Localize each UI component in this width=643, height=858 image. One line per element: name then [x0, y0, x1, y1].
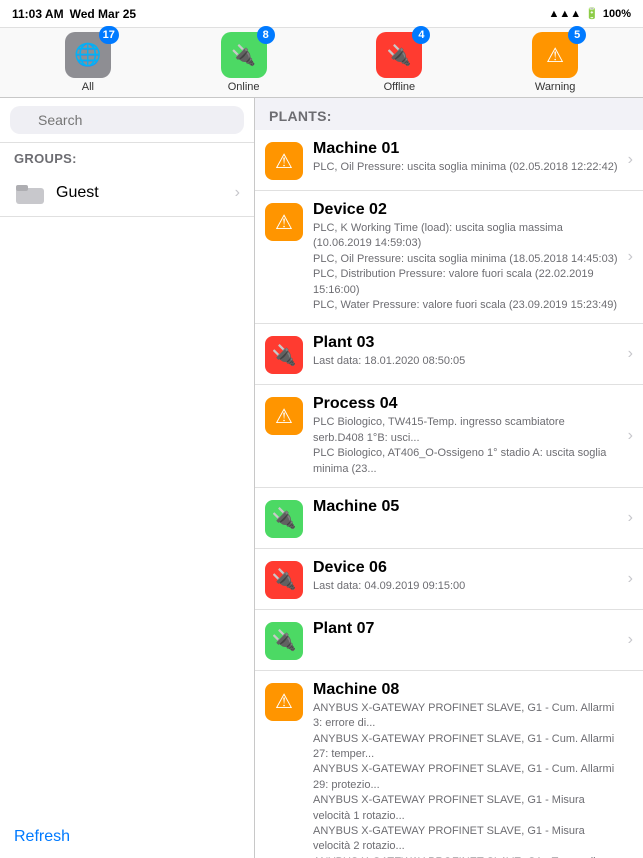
- plant-item-machine05[interactable]: 🔌 Machine 05 ›: [255, 488, 643, 549]
- plant-name-machine08: Machine 08: [313, 681, 618, 699]
- search-bar: 🔍: [0, 98, 254, 143]
- plant-icon-machine08: ⚠: [265, 683, 303, 721]
- plant-chevron-plant07: ›: [628, 631, 633, 649]
- plant-info-plant03: Plant 03 Last data: 18.01.2020 08:50:05: [313, 334, 618, 369]
- plant-name-plant03: Plant 03: [313, 334, 618, 352]
- search-input[interactable]: [10, 106, 244, 134]
- plant-icon-machine01: ⚠: [265, 142, 303, 180]
- plant-item-device02[interactable]: ⚠ Device 02 PLC, K Working Time (load): us…: [255, 191, 643, 324]
- tab-warning-label: Warning: [535, 81, 576, 93]
- status-time: 11:03 AM: [12, 7, 64, 21]
- tab-warning-icon: ⚠ 5: [532, 32, 578, 78]
- search-wrapper: 🔍: [10, 106, 244, 134]
- plant-item-plant03[interactable]: 🔌 Plant 03 Last data: 18.01.2020 08:50:05 ›: [255, 324, 643, 385]
- plants-list: ⚠ Machine 01 PLC, Oil Pressure: uscita sog…: [255, 130, 643, 858]
- status-bar: 11:03 AM Wed Mar 25 ▲▲▲ 🔋 100%: [0, 0, 643, 28]
- plant-chevron-device02: ›: [628, 248, 633, 266]
- plant-info-machine05: Machine 05: [313, 498, 618, 518]
- plant-info-plant07: Plant 07: [313, 620, 618, 640]
- tab-all-icon: 🌐 17: [65, 32, 111, 78]
- plant-icon-plant03: 🔌: [265, 336, 303, 374]
- folder-icon: [14, 180, 46, 206]
- plant-name-machine01: Machine 01: [313, 140, 618, 158]
- tab-offline[interactable]: 🔌 4 Offline: [369, 32, 429, 93]
- plant-name-device02: Device 02: [313, 201, 618, 219]
- sidebar: 🔍 GROUPS: Guest › Refresh: [0, 98, 255, 858]
- plant-name-machine05: Machine 05: [313, 498, 618, 516]
- tab-offline-label: Offline: [384, 81, 416, 93]
- plant-icon-process04: ⚠: [265, 397, 303, 435]
- plant-chevron-machine01: ›: [628, 151, 633, 169]
- plant-chevron-machine05: ›: [628, 509, 633, 527]
- tab-bar: 🌐 17 All 🔌 8 Online 🔌 4 Offline ⚠ 5 Warn…: [0, 28, 643, 98]
- plant-info-machine01: Machine 01 PLC, Oil Pressure: uscita sogl…: [313, 140, 618, 175]
- tab-online-badge: 8: [257, 26, 275, 44]
- refresh-button[interactable]: Refresh: [14, 820, 240, 846]
- plant-info-process04: Process 04 PLC Biologico, TW415-Temp. ing…: [313, 395, 618, 477]
- warning-symbol-icon: ⚠: [275, 210, 293, 235]
- offline-symbol-icon: 🔌: [272, 567, 297, 592]
- tab-offline-icon: 🔌 4: [376, 32, 422, 78]
- status-indicators: ▲▲▲ 🔋 100%: [548, 7, 631, 20]
- plant-chevron-process04: ›: [628, 427, 633, 445]
- plant-desc-machine01: PLC, Oil Pressure: uscita soglia minima …: [313, 160, 618, 175]
- plant-name-process04: Process 04: [313, 395, 618, 413]
- tab-warning-badge: 5: [568, 26, 586, 44]
- plant-icon-plant07: 🔌: [265, 622, 303, 660]
- status-date: Wed Mar 25: [70, 7, 136, 21]
- globe-icon: 🌐: [74, 42, 101, 68]
- sidebar-chevron: ›: [235, 184, 240, 202]
- tab-offline-badge: 4: [412, 26, 430, 44]
- plant-info-device02: Device 02 PLC, K Working Time (load): usc…: [313, 201, 618, 313]
- tab-online-label: Online: [228, 81, 260, 93]
- warning-symbol-icon: ⚠: [275, 149, 293, 174]
- tab-all-badge: 17: [99, 26, 119, 44]
- online-symbol-icon: 🔌: [272, 628, 297, 653]
- plant-chevron-device06: ›: [628, 570, 633, 588]
- tab-online-icon: 🔌 8: [221, 32, 267, 78]
- plant-chevron-plant03: ›: [628, 345, 633, 363]
- plant-item-machine01[interactable]: ⚠ Machine 01 PLC, Oil Pressure: uscita sog…: [255, 130, 643, 191]
- plant-desc-device06: Last data: 04.09.2019 09:15:00: [313, 579, 618, 594]
- plant-name-plant07: Plant 07: [313, 620, 618, 638]
- sidebar-guest-label: Guest: [56, 184, 225, 202]
- tab-online[interactable]: 🔌 8 Online: [214, 32, 274, 93]
- content-area: PLANTS: ⚠ Machine 01 PLC, Oil Pressure: us…: [255, 98, 643, 858]
- plant-icon-device02: ⚠: [265, 203, 303, 241]
- battery-icon: 🔋: [585, 7, 599, 20]
- plant-item-process04[interactable]: ⚠ Process 04 PLC Biologico, TW415-Temp. in…: [255, 385, 643, 488]
- sidebar-item-guest[interactable]: Guest ›: [0, 170, 254, 217]
- main-layout: 🔍 GROUPS: Guest › Refresh PLANTS: ⚠ Machi…: [0, 98, 643, 858]
- plant-item-plant07[interactable]: 🔌 Plant 07 ›: [255, 610, 643, 671]
- battery-level: 100%: [603, 8, 631, 20]
- plant-desc-plant03: Last data: 18.01.2020 08:50:05: [313, 354, 618, 369]
- plant-desc-process04: PLC Biologico, TW415-Temp. ingresso scam…: [313, 415, 618, 477]
- plant-info-device06: Device 06 Last data: 04.09.2019 09:15:00: [313, 559, 618, 594]
- wifi-icon: ▲▲▲: [548, 8, 581, 20]
- plant-item-device06[interactable]: 🔌 Device 06 Last data: 04.09.2019 09:15:00…: [255, 549, 643, 610]
- plant-info-machine08: Machine 08 ANYBUS X-GATEWAY PROFINET SLAV…: [313, 681, 618, 858]
- plug-online-icon: 🔌: [231, 43, 256, 68]
- online-symbol-icon: 🔌: [272, 506, 297, 531]
- warning-symbol-icon: ⚠: [275, 404, 293, 429]
- plant-desc-machine08: ANYBUS X-GATEWAY PROFINET SLAVE, G1 - Cu…: [313, 701, 618, 858]
- warning-symbol-icon: ⚠: [275, 689, 293, 714]
- tab-all[interactable]: 🌐 17 All: [58, 32, 118, 93]
- groups-label: GROUPS:: [0, 143, 254, 170]
- plant-icon-machine05: 🔌: [265, 500, 303, 538]
- tab-warning[interactable]: ⚠ 5 Warning: [525, 32, 585, 93]
- plant-item-machine08[interactable]: ⚠ Machine 08 ANYBUS X-GATEWAY PROFINET SLA…: [255, 671, 643, 858]
- plant-name-device06: Device 06: [313, 559, 618, 577]
- warning-icon: ⚠: [546, 43, 564, 68]
- tab-all-label: All: [82, 81, 94, 93]
- plant-icon-device06: 🔌: [265, 561, 303, 599]
- plug-offline-icon: 🔌: [387, 43, 412, 68]
- offline-symbol-icon: 🔌: [272, 343, 297, 368]
- plant-desc-device02: PLC, K Working Time (load): uscita sogli…: [313, 221, 618, 313]
- plants-header: PLANTS:: [255, 98, 643, 130]
